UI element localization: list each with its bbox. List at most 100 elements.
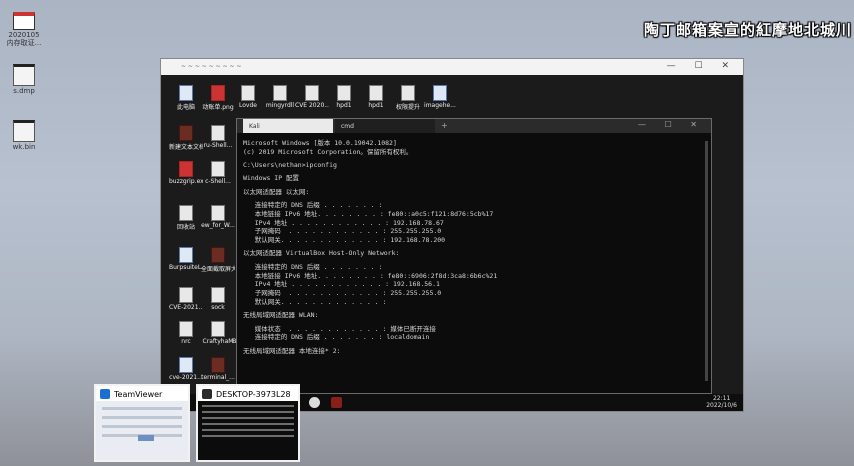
remote-desktop-icon-label: Lovde [239,102,257,109]
desktop-preview-body [198,401,298,460]
tab-cmd[interactable]: cmd [335,119,435,133]
start-orb-icon[interactable] [309,397,320,408]
desktop-icon-label: wk.bin [12,143,36,151]
file-icon [211,357,225,373]
remote-desktop-icon[interactable]: Lovde [231,85,265,109]
terminal-scrollbar[interactable] [705,141,708,381]
remote-desktop-icon[interactable]: CVE-2021... [169,287,203,311]
taskbar-clock[interactable]: 22:11 2022/10/6 [706,395,737,409]
file-icon [401,85,415,101]
window-controls[interactable]: — ☐ ✕ [667,61,737,71]
file-icon [179,125,193,141]
remote-desktop-icon-label: 新建文本文档.txt [169,144,203,151]
terminal-line: 子网掩码 . . . . . . . . . . . . : 255.255.2… [243,289,442,298]
file-icon [179,321,193,337]
file-icon [337,85,351,101]
remote-desktop-icon-label: hpd1 [336,102,352,109]
terminal-line: 以太网适配器 VirtualBox Host-Only Network: [243,249,400,258]
remote-desktop-icon-label: CVE 2020... [295,102,329,109]
remote-desktop-icon-label: cve-2021... [169,374,203,381]
remote-desktop-icon[interactable]: cve-2021... [169,357,203,381]
clock-time: 22:11 [712,395,731,402]
teamviewer-preview[interactable]: TeamViewer [94,384,190,462]
file-icon [179,357,193,373]
remote-desktop-icon[interactable]: terminal_... [201,357,235,381]
remote-desktop-icon[interactable]: 全面截取屏大图.png [201,247,235,273]
desktop-icon-memory-dump-folder[interactable]: 2020105 内存取证... [4,12,44,47]
remote-desktop-icon[interactable]: 权限提升 [391,85,425,111]
teamviewer-preview-body [96,401,188,460]
remote-desktop-icon-label: 此电脑 [176,104,195,111]
file-icon [305,85,319,101]
file-icon [273,85,287,101]
file-icon [179,205,193,221]
new-tab-button[interactable]: + [441,121,448,130]
terminal-window[interactable]: Kali cmd + — ☐ ✕ Microsoft Windows [版本 1… [236,118,712,394]
desktop-preview[interactable]: DESKTOP-3973L28 [196,384,300,462]
remote-desktop-icon-label: ew_for_W... [201,222,235,229]
desktop-preview-title: DESKTOP-3973L28 [198,386,298,401]
remote-desktop-icon-label: 全面截取屏大图.png [201,266,235,273]
remote-desktop-icon[interactable]: c-Shell... [201,161,235,185]
terminal-tab-bar: Kali cmd + — ☐ ✕ [237,119,711,133]
desktop-icon-label: 2020105 内存取证... [6,31,42,47]
remote-desktop-icon-label: c-Shell... [205,178,231,185]
file-icon [369,85,383,101]
teamviewer-preview-title: TeamViewer [96,386,188,401]
terminal-line: (c) 2019 Microsoft Corporation。保留所有权利。 [243,147,413,156]
file-icon [179,161,193,177]
terminal-line: 子网掩码 . . . . . . . . . . . . : 255.255.2… [243,227,442,236]
document-icon [13,64,35,86]
terminal-taskbar-icon[interactable] [331,397,342,408]
remote-desktop-icon-label: BurpsuiteL... [169,264,203,271]
remote-desktop-icon[interactable]: BurpsuiteL... [169,247,203,271]
teamviewer-icon [100,389,110,399]
remote-desktop-icon-label: 回收站 [176,224,195,231]
remote-desktop-icon[interactable]: 此电脑 [169,85,203,111]
remote-desktop-icon[interactable]: 新建文本文档.txt [169,125,203,151]
remote-desktop-icon-label: terminal_... [201,374,235,381]
file-icon [211,161,225,177]
remote-desktop-icon[interactable]: nrc [169,321,203,345]
remote-desktop-icon[interactable]: CVE 2020... [295,85,329,109]
terminal-line: 默认网关. . . . . . . . . . . . . : 192.168.… [243,236,446,245]
terminal-line: C:\Users\nethan>ipconfig [243,161,337,170]
remote-desktop-icon[interactable]: hpd1 [327,85,361,109]
remote-desktop-icon-label: sock [211,304,225,311]
file-icon [211,85,225,101]
remote-desktop-icon[interactable]: 动账单.png [201,85,235,111]
remote-desktop-icon[interactable]: mingyrdll [263,85,297,109]
terminal-line: IPv4 地址 . . . . . . . . . . . . : 192.16… [243,280,440,289]
file-icon [13,12,35,30]
terminal-line: 以太网适配器 以太网: [243,187,310,196]
file-icon [211,321,225,337]
terminal-line: 无线局域网适配器 WLAN: [243,311,319,320]
remote-desktop-icon[interactable]: CraftyhaM [201,321,235,345]
tab-kali[interactable]: Kali [243,119,333,133]
terminal-window-controls[interactable]: — ☐ ✕ [638,120,705,129]
remote-desktop-icon-label: 权限提升 [395,104,420,111]
remote-desktop-icon[interactable]: ew_for_W... [201,205,235,229]
file-icon [211,125,225,141]
remote-desktop-icon-label: buzzgrip.exe [169,178,203,185]
remote-desktop-icon[interactable]: imagehe... [423,85,457,109]
desktop-icon-s-dmp[interactable]: s.dmp [4,64,44,95]
desktop-icon-wk-bin[interactable]: wk.bin [4,120,44,151]
remote-desktop-icon-label: CraftyhaM [202,338,234,345]
file-icon [179,287,193,303]
remote-desktop-icon-label: 动账单.png [202,104,234,111]
remote-desktop-icon[interactable]: 回收站 [169,205,203,231]
remote-window-title: ~ ~ ~ ~ ~ ~ ~ ~ ~ [181,63,242,70]
remote-desktop-icon[interactable]: buzzgrip.exe [169,161,203,185]
remote-desktop-icon[interactable]: ru-Shell... [201,125,235,149]
clock-date: 2022/10/6 [706,402,737,409]
terminal-output[interactable]: Microsoft Windows [版本 10.0.19042.1082] (c… [237,133,711,355]
remote-window-titlebar[interactable]: ~ ~ ~ ~ ~ ~ ~ ~ ~ — ☐ ✕ [161,59,743,75]
remote-desktop-icon[interactable]: sock [201,287,235,311]
terminal-line: 默认网关. . . . . . . . . . . . . : [243,297,387,306]
monitor-icon [202,389,212,399]
file-icon [433,85,447,101]
terminal-line: 连接特定的 DNS 后缀 . . . . . . . : [243,200,383,209]
watermark-text: 陶丁邮箱案宣的紅摩地北城川 [644,21,853,39]
remote-desktop-icon[interactable]: hpd1 [359,85,393,109]
